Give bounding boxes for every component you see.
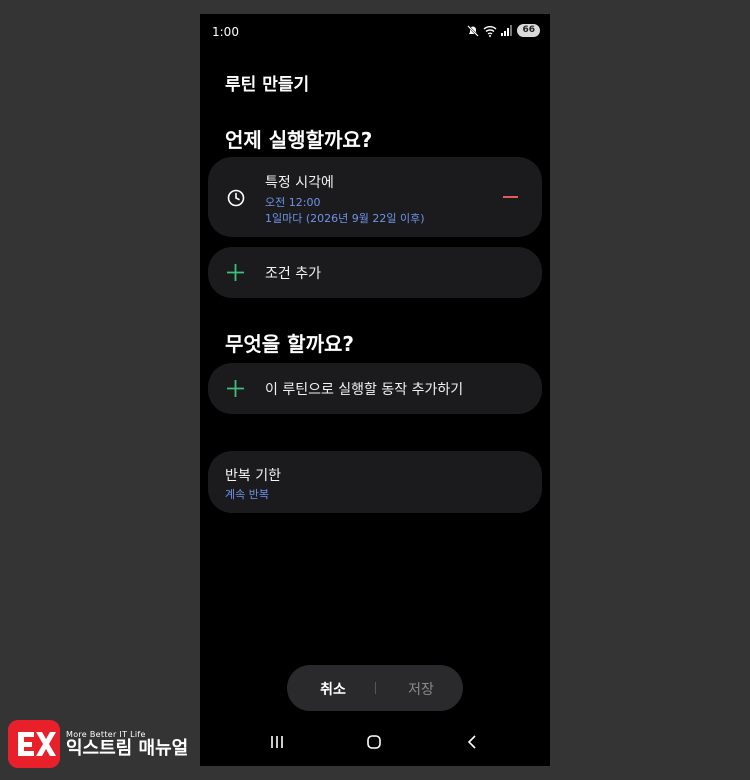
plus-icon <box>227 380 244 397</box>
signal-icon <box>501 25 513 36</box>
logo-name: 익스트림 매뉴얼 <box>66 737 189 759</box>
when-heading: 언제 실행할까요? <box>225 128 373 152</box>
logo-ex-icon <box>18 732 56 756</box>
page-title: 루틴 만들기 <box>225 75 310 95</box>
condition-label: 특정 시각에 <box>265 175 334 191</box>
repeat-limit-card[interactable]: 반복 기한 계속 반복 <box>208 451 542 513</box>
clock-icon <box>227 189 245 207</box>
phone-screen: 1:00 66 루틴 만들기 언제 실행할까요? 특정 시각에 오전 12:00… <box>200 14 550 766</box>
what-heading: 무엇을 할까요? <box>225 332 354 356</box>
condition-repeat: 1일마다 (2026년 9월 22일 이후) <box>265 212 425 225</box>
navigation-bar <box>200 724 550 766</box>
action-divider <box>375 682 376 694</box>
remove-condition-button[interactable] <box>503 196 518 198</box>
home-icon[interactable] <box>366 734 382 750</box>
cancel-button[interactable]: 취소 <box>287 679 379 699</box>
watermark-logo: More Better IT Life 익스트림 매뉴얼 <box>8 720 188 768</box>
recent-apps-icon[interactable] <box>269 734 285 750</box>
mute-icon <box>467 24 480 37</box>
action-bar: 취소 저장 <box>287 665 463 711</box>
add-action-label: 이 루틴으로 실행할 동작 추가하기 <box>265 382 464 398</box>
repeat-limit-value: 계속 반복 <box>225 488 269 501</box>
condition-card[interactable]: 특정 시각에 오전 12:00 1일마다 (2026년 9월 22일 이후) <box>208 157 542 237</box>
status-icons: 66 <box>467 24 540 37</box>
add-condition-label: 조건 추가 <box>265 266 321 282</box>
status-time: 1:00 <box>212 25 239 39</box>
add-condition-button[interactable]: 조건 추가 <box>208 247 542 298</box>
logo-mark-icon <box>8 720 60 768</box>
logo-text: More Better IT Life 익스트림 매뉴얼 <box>66 730 188 759</box>
status-bar: 1:00 66 <box>200 14 550 50</box>
condition-time: 오전 12:00 <box>265 196 321 209</box>
repeat-limit-label: 반복 기한 <box>225 468 281 484</box>
wifi-icon <box>484 25 497 37</box>
battery-icon: 66 <box>517 24 540 37</box>
back-icon[interactable] <box>465 734 481 750</box>
save-button[interactable]: 저장 <box>379 679 463 699</box>
plus-icon <box>227 264 244 281</box>
add-action-button[interactable]: 이 루틴으로 실행할 동작 추가하기 <box>208 363 542 414</box>
